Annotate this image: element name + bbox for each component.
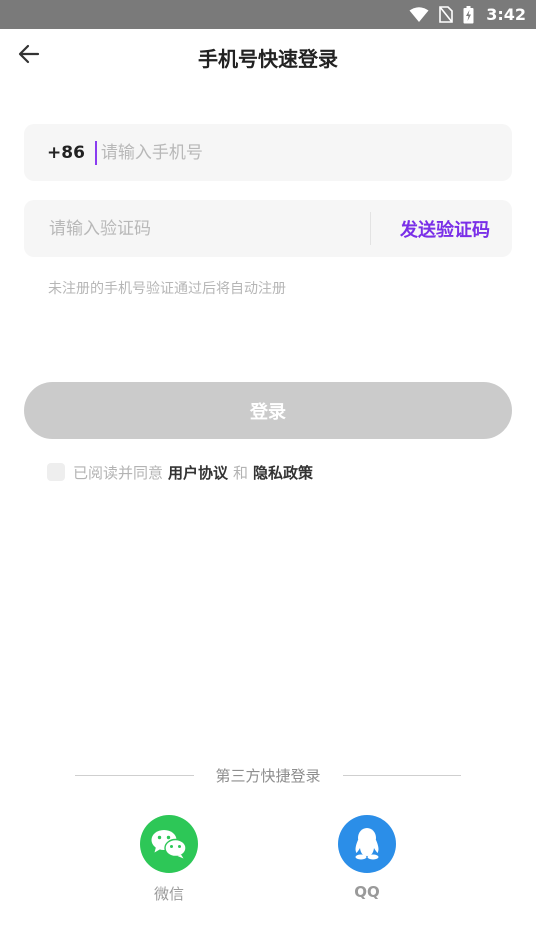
qq-icon xyxy=(338,815,396,873)
page-title: 手机号快速登录 xyxy=(198,46,338,71)
status-time: 3:42 xyxy=(486,5,526,24)
third-party-header: 第三方快捷登录 xyxy=(75,764,462,786)
agreement-prefix: 已阅读并同意 xyxy=(73,463,164,482)
third-party-title: 第三方快捷登录 xyxy=(215,766,321,785)
verification-code-input[interactable] xyxy=(47,207,371,250)
phone-field: +86 xyxy=(24,124,512,181)
text-caret xyxy=(94,140,97,165)
agreement-row: 已阅读并同意 用户协议 和 隐私政策 xyxy=(47,460,318,484)
phone-input[interactable] xyxy=(98,131,463,174)
arrow-left-icon xyxy=(18,44,40,68)
qq-login-button[interactable]: QQ xyxy=(327,815,407,901)
send-code-button[interactable]: 发送验证码 xyxy=(400,200,490,257)
back-button[interactable] xyxy=(14,41,44,71)
user-agreement-link[interactable]: 用户协议 xyxy=(168,462,228,483)
battery-charging-icon xyxy=(463,5,474,24)
divider-line-left xyxy=(75,774,194,776)
country-code[interactable]: +86 xyxy=(47,143,85,163)
wechat-icon xyxy=(140,815,198,873)
qq-label: QQ xyxy=(354,883,380,901)
privacy-policy-link[interactable]: 隐私政策 xyxy=(253,462,313,483)
divider-line-right xyxy=(342,774,462,776)
wechat-login-button[interactable]: 微信 xyxy=(129,815,209,904)
verification-code-field: 发送验证码 xyxy=(24,200,512,257)
wechat-label: 微信 xyxy=(153,885,184,903)
agreement-and: 和 xyxy=(233,463,249,482)
no-sim-icon xyxy=(439,6,454,23)
field-divider xyxy=(370,212,371,245)
status-bar: 3:42 xyxy=(0,0,536,29)
wifi-icon xyxy=(409,6,429,23)
auto-register-hint: 未注册的手机号验证通过后将自动注册 xyxy=(48,281,286,297)
agreement-checkbox[interactable] xyxy=(47,463,65,481)
login-button[interactable]: 登录 xyxy=(24,382,512,439)
header: 手机号快速登录 xyxy=(0,29,536,85)
